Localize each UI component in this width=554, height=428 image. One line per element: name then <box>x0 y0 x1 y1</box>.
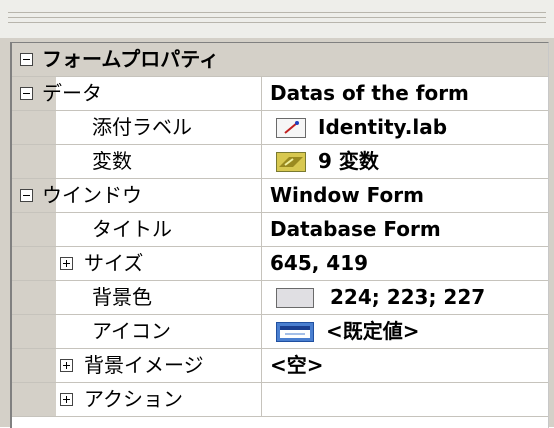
row-gutter <box>12 247 56 280</box>
property-name-cell: タイトル <box>12 213 262 246</box>
property-name-cell: サイズ <box>12 247 262 280</box>
property-name: 背景イメージ <box>84 353 204 377</box>
expand-icon[interactable] <box>60 393 73 406</box>
property-name-cell: 変数 <box>12 145 262 178</box>
property-value: 645, 419 <box>270 251 369 275</box>
property-name: 変数 <box>92 149 132 173</box>
row-gutter <box>12 145 56 178</box>
row-gutter <box>12 383 56 416</box>
property-name-cell: 背景色 <box>12 281 262 314</box>
property-value-cell[interactable]: <空> <box>262 349 548 382</box>
property-name: ウインドウ <box>42 183 142 207</box>
row-gutter <box>12 315 56 348</box>
collapse-icon[interactable] <box>20 53 33 66</box>
color-swatch-icon <box>276 288 314 308</box>
window-icon <box>276 322 314 342</box>
variables-icon <box>276 152 306 172</box>
property-row-attached-label[interactable]: 添付ラベル Identity.lab <box>12 111 548 145</box>
property-row-background-image[interactable]: 背景イメージ <空> <box>12 349 548 383</box>
property-name-cell: アクション <box>12 383 262 416</box>
property-value-cell[interactable]: Window Form <box>262 179 548 212</box>
property-name: サイズ <box>84 251 144 275</box>
property-grid-window: フォームプロパティ データ Datas of the form 添付ラベル Id… <box>0 0 554 428</box>
category-cell: フォームプロパティ <box>12 43 548 76</box>
property-value: Database Form <box>270 217 441 241</box>
property-name-cell: 背景イメージ <box>12 349 262 382</box>
property-value: <空> <box>270 353 324 377</box>
property-value-cell[interactable]: <既定値> <box>262 315 548 348</box>
property-value-cell[interactable]: 9 変数 <box>262 145 548 178</box>
title-grip <box>0 0 554 38</box>
property-name-cell: 添付ラベル <box>12 111 262 144</box>
property-value-cell[interactable]: Identity.lab <box>262 111 548 144</box>
property-name: タイトル <box>92 217 172 241</box>
property-name-cell: ウインドウ <box>12 179 262 212</box>
property-name: アイコン <box>92 319 171 343</box>
grip-line <box>8 12 546 13</box>
property-value-cell[interactable]: Datas of the form <box>262 77 548 110</box>
row-gutter <box>12 213 56 246</box>
property-value-cell[interactable]: 645, 419 <box>262 247 548 280</box>
property-value-cell[interactable]: 224; 223; 227 <box>262 281 548 314</box>
property-row-window[interactable]: ウインドウ Window Form <box>12 179 548 213</box>
property-row-variables[interactable]: 変数 9 変数 <box>12 145 548 179</box>
property-value: 9 変数 <box>318 149 379 173</box>
category-label: フォームプロパティ <box>42 47 219 71</box>
collapse-icon[interactable] <box>20 189 33 202</box>
grip-line <box>8 17 546 18</box>
property-name-cell: アイコン <box>12 315 262 348</box>
row-gutter <box>12 111 56 144</box>
property-value: 224; 223; 227 <box>330 285 486 309</box>
property-value: Identity.lab <box>318 115 448 139</box>
expand-icon[interactable] <box>60 257 73 270</box>
expand-icon[interactable] <box>60 359 73 372</box>
property-row-icon[interactable]: アイコン <既定値> <box>12 315 548 349</box>
property-grid: フォームプロパティ データ Datas of the form 添付ラベル Id… <box>10 42 549 428</box>
row-gutter <box>12 349 56 382</box>
collapse-icon[interactable] <box>20 87 33 100</box>
property-value-cell[interactable]: Database Form <box>262 213 548 246</box>
property-row-size[interactable]: サイズ 645, 419 <box>12 247 548 281</box>
property-value: <既定値> <box>326 319 420 343</box>
label-file-icon <box>276 118 306 138</box>
property-name: 添付ラベル <box>92 115 192 139</box>
property-row-title[interactable]: タイトル Database Form <box>12 213 548 247</box>
property-name-cell: データ <box>12 77 262 110</box>
property-row-data[interactable]: データ Datas of the form <box>12 77 548 111</box>
row-gutter <box>12 281 56 314</box>
property-row-background-color[interactable]: 背景色 224; 223; 227 <box>12 281 548 315</box>
category-row-form-properties[interactable]: フォームプロパティ <box>12 43 548 77</box>
property-row-action[interactable]: アクション <box>12 383 548 417</box>
grip-line <box>8 22 546 23</box>
property-value: Datas of the form <box>270 81 469 105</box>
property-value: Window Form <box>270 183 424 207</box>
property-name: 背景色 <box>92 285 152 309</box>
property-name: アクション <box>84 387 183 411</box>
property-value-cell[interactable] <box>262 383 548 416</box>
property-name: データ <box>42 81 102 105</box>
